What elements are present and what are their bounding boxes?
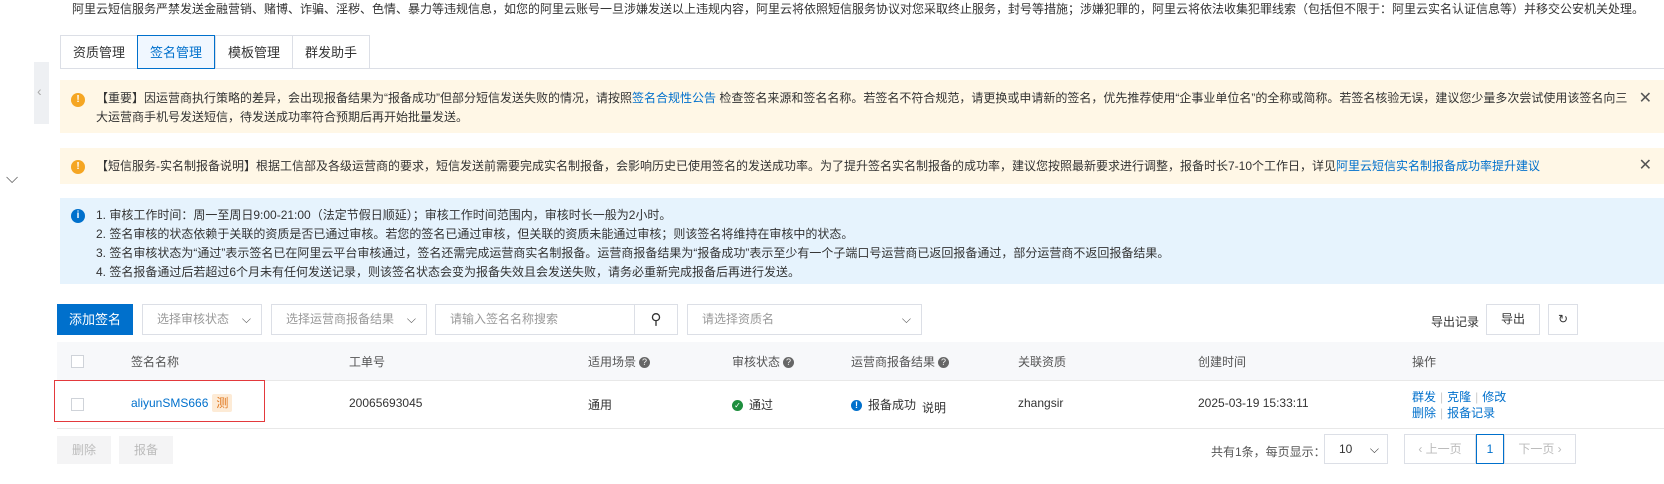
chevron-left-icon: ‹ (37, 83, 42, 99)
bulk-send-action[interactable]: 群发 (1412, 390, 1436, 404)
header-created: 创建时间 (1198, 355, 1247, 369)
header-qualification: 关联资质 (1018, 355, 1067, 369)
chevron-down-icon[interactable]: ⌵ (6, 170, 18, 188)
search-button[interactable]: ⚲ (634, 304, 678, 335)
divider: | (1440, 390, 1444, 404)
refresh-button[interactable]: ↻ (1548, 304, 1578, 335)
warning-icon: ! (71, 160, 85, 174)
tab-qualification[interactable]: 资质管理 (60, 35, 138, 69)
scene-value: 通用 (588, 398, 613, 412)
chevron-down-icon: ⌵ (241, 312, 251, 326)
header-label: 审核状态 (732, 355, 781, 369)
info-circle-icon: ! (851, 400, 862, 412)
divider: | (1475, 390, 1479, 404)
batch-report-button[interactable]: 报备 (119, 436, 173, 464)
compliance-link[interactable]: 签名合规性公告 (632, 91, 716, 105)
realname-link[interactable]: 阿里云短信实名制报备成功率提升建议 (1336, 159, 1540, 173)
help-icon[interactable]: ? (938, 357, 950, 369)
important-notice: ! 【重要】因运营商执行策略的差异，会出现报备结果为“报备成功”但部分短信发送失… (60, 80, 1664, 133)
qualification-select[interactable]: 请选择资质名 ⌵ (687, 304, 922, 335)
warning-icon: ! (71, 93, 85, 107)
select-placeholder: 请选择资质名 (702, 312, 775, 326)
add-signature-button[interactable]: 添加签名 (57, 304, 133, 335)
sidebar-collapse-handle[interactable]: ‹ (34, 62, 49, 124)
info-line: 2. 签名审核的状态依赖于关联的资质是否已通过审核。若您的签名已通过审核，但关联… (96, 227, 854, 241)
status-text: 通过 (749, 398, 774, 412)
close-icon[interactable]: ✕ (1639, 89, 1652, 108)
table-header: 签名名称 工单号 适用场景? 审核状态? 运营商报备结果? 关联资质 创建时间 … (57, 342, 1664, 381)
input-placeholder: 请输入签名名称搜索 (450, 312, 559, 326)
header-label: 适用场景 (588, 355, 637, 369)
next-label: 下一页 (1518, 442, 1555, 456)
carrier-result: ! 报备成功 (851, 396, 916, 413)
compliance-banner-text: 阿里云短信服务严禁发送金融营销、赌博、诈骗、淫秽、色情、暴力等违规信息，如您的阿… (72, 2, 1645, 16)
review-info-notice: i 1. 审核工作时间：周一至周日9:00-21:00（法定节假日顺延）；审核工… (60, 198, 1664, 284)
highlight-box (54, 380, 265, 422)
delete-action[interactable]: 删除 (1412, 406, 1436, 420)
notice-text: 【短信服务-实名制报备说明】根据工信部及各级运营商的要求，短信发送前需要完成实名… (96, 159, 1337, 173)
qualification-link[interactable]: zhangsir (1018, 396, 1063, 410)
notice-text: 【重要】因运营商执行策略的差异，会出现报备结果为“报备成功”但部分短信发送失败的… (96, 91, 632, 105)
row-actions: 群发 | 克隆 | 修改 删除 | 报备记录 (1412, 389, 1506, 421)
header-label: 运营商报备结果 (851, 355, 936, 369)
refresh-icon: ↻ (1557, 312, 1569, 326)
select-all-checkbox[interactable] (71, 355, 84, 368)
edit-action[interactable]: 修改 (1482, 390, 1506, 404)
audit-status-select[interactable]: 选择审核状态 ⌵ (142, 304, 262, 335)
help-icon[interactable]: ? (639, 357, 651, 369)
tab-bulk-send[interactable]: 群发助手 (292, 35, 371, 69)
header-status: 审核状态? (732, 353, 795, 370)
select-placeholder: 选择运营商报备结果 (286, 312, 395, 326)
total-count-text: 共有1条，每页显示： (1211, 445, 1326, 459)
header-order: 工单号 (349, 355, 386, 369)
select-placeholder: 选择审核状态 (157, 312, 230, 326)
header-carrier: 运营商报备结果? (851, 353, 950, 370)
export-button[interactable]: 导出 (1486, 304, 1540, 335)
created-time: 2025-03-19 15:33:11 (1198, 396, 1309, 410)
carrier-result-select[interactable]: 选择运营商报备结果 ⌵ (271, 304, 427, 335)
chevron-down-icon: ⌵ (901, 312, 911, 326)
prev-label: 上一页 (1425, 442, 1462, 456)
table-row: aliyunSMS666 测 20065693045 通用 ✓ 通过 ! 报备成功 说… (57, 380, 1664, 429)
carrier-explain-link[interactable]: 说明 (922, 399, 946, 416)
close-icon[interactable]: ✕ (1639, 156, 1652, 175)
order-number: 20065693045 (349, 396, 423, 410)
tab-bar: 资质管理 签名管理 模板管理 群发助手 (60, 35, 371, 69)
chevron-down-icon: ⌵ (1369, 442, 1379, 456)
clone-action[interactable]: 克隆 (1447, 390, 1471, 404)
page-size-select[interactable]: 10 ⌵ (1324, 434, 1388, 464)
header-actions: 操作 (1412, 355, 1437, 369)
info-line: 4. 签名报备通过后若超过6个月未有任何发送记录，则该签名状态会变为报备失效且会… (96, 265, 801, 279)
next-page-button[interactable]: 下一页 › (1504, 434, 1576, 464)
header-scene: 适用场景? (588, 353, 651, 370)
header-name: 签名名称 (131, 355, 180, 369)
batch-delete-button[interactable]: 删除 (57, 436, 111, 464)
page-1-button[interactable]: 1 (1476, 434, 1504, 464)
report-records-action[interactable]: 报备记录 (1447, 406, 1495, 420)
info-line: 3. 签名审核状态为“通过”表示签名已在阿里云平台审核通过，签名还需完成运营商实… (96, 246, 1170, 260)
help-icon[interactable]: ? (783, 357, 795, 369)
check-circle-icon: ✓ (732, 400, 743, 412)
export-records-link[interactable]: 导出记录 (1431, 313, 1479, 330)
signature-search-input[interactable]: 请输入签名名称搜索 (435, 304, 635, 335)
info-line: 1. 审核工作时间：周一至周日9:00-21:00（法定节假日顺延）；审核工作时… (96, 208, 672, 222)
search-icon: ⚲ (650, 311, 662, 328)
divider: | (1440, 406, 1444, 420)
tab-template[interactable]: 模板管理 (215, 35, 293, 69)
page-size-value: 10 (1339, 442, 1353, 456)
prev-page-button[interactable]: ‹ 上一页 (1404, 434, 1476, 464)
realname-notice: ! 【短信服务-实名制报备说明】根据工信部及各级运营商的要求，短信发送前需要完成… (60, 148, 1664, 184)
carrier-text: 报备成功 (868, 398, 917, 412)
info-icon: i (71, 209, 85, 223)
chevron-down-icon: ⌵ (406, 312, 416, 326)
audit-status: ✓ 通过 (732, 396, 773, 413)
tab-signature[interactable]: 签名管理 (137, 35, 216, 69)
